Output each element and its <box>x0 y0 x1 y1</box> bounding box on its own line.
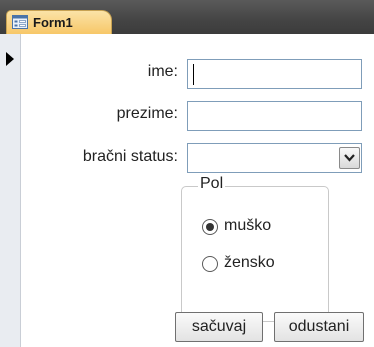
form-icon <box>12 15 28 29</box>
tab-form1[interactable]: Form1 <box>6 10 112 34</box>
radio-label-zensko: žensko <box>224 254 275 271</box>
bracni-status-combobox[interactable] <box>187 143 362 173</box>
ime-input[interactable] <box>187 59 362 89</box>
current-record-arrow-icon <box>6 52 14 66</box>
bracni-status-label: bračni status: <box>82 148 178 165</box>
chevron-down-icon <box>344 154 355 162</box>
prezime-label: prezime: <box>116 105 178 122</box>
save-button[interactable]: sačuvaj <box>175 312 263 342</box>
prezime-input[interactable] <box>187 101 362 131</box>
document-tab-bar: Form1 <box>0 0 374 34</box>
record-selector[interactable] <box>0 34 21 347</box>
radio-label-musko: muško <box>224 217 272 234</box>
text-cursor <box>193 64 194 85</box>
cancel-button[interactable]: odustani <box>274 312 364 342</box>
radio-button-selected[interactable] <box>202 219 218 235</box>
dropdown-button[interactable] <box>339 147 360 169</box>
pol-group-title: Pol <box>198 175 226 193</box>
radio-dot <box>206 223 214 231</box>
form-body: ime: prezime: bračni status: Pol muško ž… <box>21 34 374 347</box>
radio-button[interactable] <box>202 256 218 272</box>
tab-title: Form1 <box>33 15 73 30</box>
ime-label: ime: <box>147 63 178 80</box>
